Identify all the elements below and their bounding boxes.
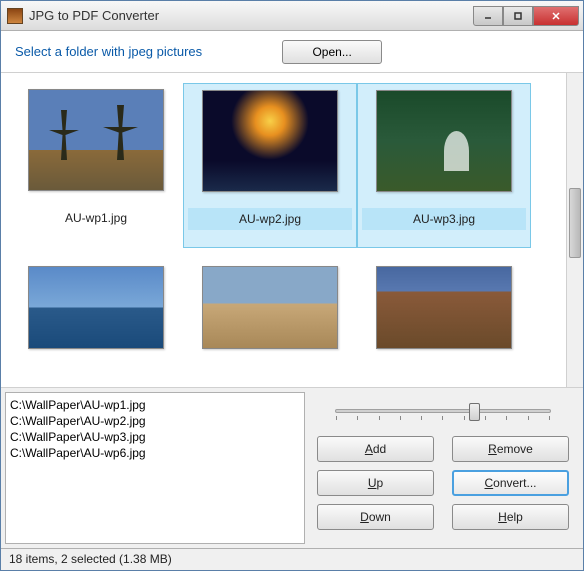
convert-button[interactable]: Convert... [452, 470, 569, 496]
window-title: JPG to PDF Converter [29, 8, 473, 23]
bottom-panel: C:\WallPaper\AU-wp1.jpgC:\WallPaper\AU-w… [1, 388, 583, 548]
thumbnail-item[interactable] [183, 260, 357, 355]
file-list-item[interactable]: C:\WallPaper\AU-wp2.jpg [10, 413, 300, 429]
add-button[interactable]: Add [317, 436, 434, 462]
remove-button[interactable]: Remove [452, 436, 569, 462]
app-icon [7, 8, 23, 24]
toolbar-label: Select a folder with jpeg pictures [15, 44, 202, 59]
thumbnail-label: AU-wp1.jpg [13, 207, 179, 229]
button-grid: Add Remove Up Convert... Down Help [317, 436, 569, 530]
thumbnail-image [202, 266, 338, 349]
file-list-item[interactable]: C:\WallPaper\AU-wp1.jpg [10, 397, 300, 413]
slider-ticks [336, 416, 550, 420]
up-button[interactable]: Up [317, 470, 434, 496]
open-button[interactable]: Open... [282, 40, 382, 64]
scrollbar-track[interactable] [567, 73, 583, 387]
maximize-button[interactable] [503, 6, 533, 26]
file-list[interactable]: C:\WallPaper\AU-wp1.jpgC:\WallPaper\AU-w… [5, 392, 305, 544]
scrollbar-thumb[interactable] [569, 188, 581, 258]
file-list-item[interactable]: C:\WallPaper\AU-wp6.jpg [10, 445, 300, 461]
thumbnail-image [376, 90, 512, 192]
app-window: JPG to PDF Converter Select a folder wit… [0, 0, 584, 571]
titlebar: JPG to PDF Converter [1, 1, 583, 31]
thumbnail-label: AU-wp2.jpg [188, 208, 352, 230]
content-area: AU-wp1.jpg AU-wp2.jpg AU-wp3.jpg [1, 73, 583, 388]
thumbnail-item[interactable] [9, 260, 183, 355]
toolbar: Select a folder with jpeg pictures Open.… [1, 31, 583, 73]
thumbnail-item[interactable]: AU-wp3.jpg [357, 83, 531, 248]
zoom-slider-row [317, 396, 569, 426]
down-button[interactable]: Down [317, 504, 434, 530]
thumbnail-item[interactable]: AU-wp2.jpg [183, 83, 357, 248]
minimize-button[interactable] [473, 6, 503, 26]
thumbnail-label: AU-wp3.jpg [362, 208, 526, 230]
file-list-item[interactable]: C:\WallPaper\AU-wp3.jpg [10, 429, 300, 445]
window-controls [473, 6, 579, 26]
thumbnail-item[interactable] [357, 260, 531, 355]
thumbnail-image [202, 90, 338, 192]
controls-panel: Add Remove Up Convert... Down Help [309, 388, 583, 548]
thumbnail-image [376, 266, 512, 349]
thumbnail-grid[interactable]: AU-wp1.jpg AU-wp2.jpg AU-wp3.jpg [1, 73, 566, 387]
vertical-scrollbar[interactable] [566, 73, 583, 387]
help-button[interactable]: Help [452, 504, 569, 530]
status-bar: 18 items, 2 selected (1.38 MB) [1, 548, 583, 570]
zoom-slider[interactable] [335, 409, 551, 413]
slider-thumb[interactable] [469, 403, 480, 421]
thumbnail-image [28, 89, 164, 191]
thumbnail-item[interactable]: AU-wp1.jpg [9, 83, 183, 248]
thumbnail-image [28, 266, 164, 349]
close-button[interactable] [533, 6, 579, 26]
